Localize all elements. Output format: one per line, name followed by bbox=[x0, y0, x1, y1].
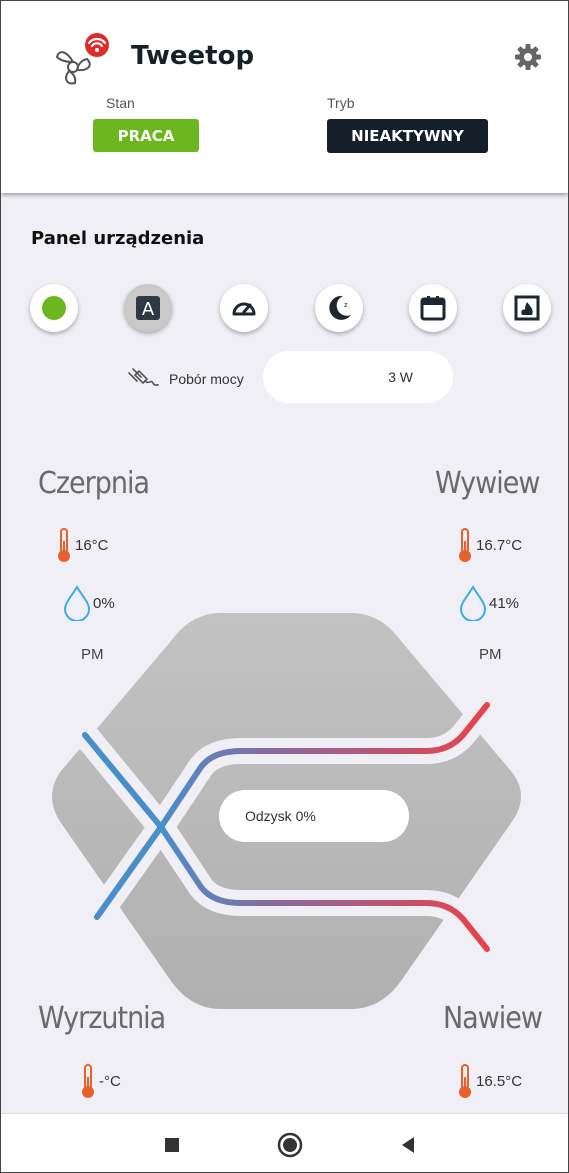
gear-icon[interactable] bbox=[513, 42, 543, 72]
circle-icon bbox=[277, 1132, 303, 1158]
extract-temperature: 16.7°C bbox=[456, 527, 522, 563]
app-header: Tweetop Stan Tryb PRACA NIEAKTYWNY bbox=[1, 1, 568, 193]
system-nav-bar bbox=[1, 1113, 568, 1172]
power-value: 3 W bbox=[388, 369, 413, 385]
mode-badge: NIEAKTYWNY bbox=[327, 119, 488, 153]
square-icon bbox=[165, 1138, 179, 1152]
extract-temperature-value: 16.7°C bbox=[476, 536, 523, 554]
power-status-icon bbox=[42, 296, 66, 320]
supply-title: Nawiew bbox=[443, 1001, 543, 1036]
thermometer-icon bbox=[459, 528, 471, 562]
back-button[interactable] bbox=[391, 1128, 425, 1162]
extract-title: Wywiew bbox=[435, 466, 540, 501]
state-label: Stan bbox=[106, 95, 135, 111]
power-label: Pobór mocy bbox=[169, 371, 244, 387]
home-button[interactable] bbox=[273, 1128, 307, 1162]
intake-temperature: 16°C bbox=[55, 527, 109, 563]
mode-label: Tryb bbox=[327, 95, 355, 111]
auto-mode-icon: A bbox=[136, 296, 160, 320]
app-screen: Tweetop Stan Tryb PRACA NIEAKTYWNY Panel… bbox=[0, 0, 569, 1173]
panel-title: Panel urządzenia bbox=[31, 228, 205, 249]
night-mode-icon: z bbox=[329, 295, 351, 320]
power-status-button[interactable] bbox=[30, 284, 78, 332]
fireplace-button[interactable] bbox=[503, 284, 551, 332]
calendar-icon bbox=[420, 296, 446, 321]
power-value-field: 3 W bbox=[263, 351, 453, 403]
exhaust-temperature: -°C bbox=[79, 1063, 121, 1099]
thermometer-icon bbox=[82, 1064, 94, 1098]
exhaust-title: Wyrzutnia bbox=[38, 1001, 166, 1036]
fireplace-icon bbox=[514, 295, 540, 321]
thermometer-icon bbox=[459, 1064, 471, 1098]
svg-text:A: A bbox=[142, 299, 155, 320]
fan-logo-icon bbox=[55, 33, 109, 85]
intake-title: Czerpnia bbox=[38, 466, 150, 501]
thermometer-icon bbox=[58, 528, 70, 562]
auto-mode-button[interactable]: A bbox=[124, 284, 172, 332]
exhaust-temperature-value: -°C bbox=[99, 1072, 121, 1090]
speedometer-button[interactable] bbox=[220, 284, 268, 332]
recovery-pill: Odzysk 0% bbox=[219, 790, 409, 842]
supply-temperature: 16.5°C bbox=[456, 1063, 522, 1099]
recent-apps-button[interactable] bbox=[155, 1128, 189, 1162]
intake-temperature-value: 16°C bbox=[75, 536, 109, 554]
calendar-button[interactable] bbox=[409, 284, 457, 332]
night-mode-button[interactable]: z bbox=[315, 284, 363, 332]
back-triangle-icon bbox=[402, 1137, 414, 1153]
supply-temperature-value: 16.5°C bbox=[476, 1072, 523, 1090]
svg-text:z: z bbox=[344, 301, 348, 309]
recovery-label: Odzysk 0% bbox=[245, 808, 316, 824]
speedometer-icon bbox=[232, 302, 256, 316]
plug-icon bbox=[128, 368, 159, 386]
app-title: Tweetop bbox=[131, 41, 255, 71]
state-badge: PRACA bbox=[93, 119, 199, 152]
